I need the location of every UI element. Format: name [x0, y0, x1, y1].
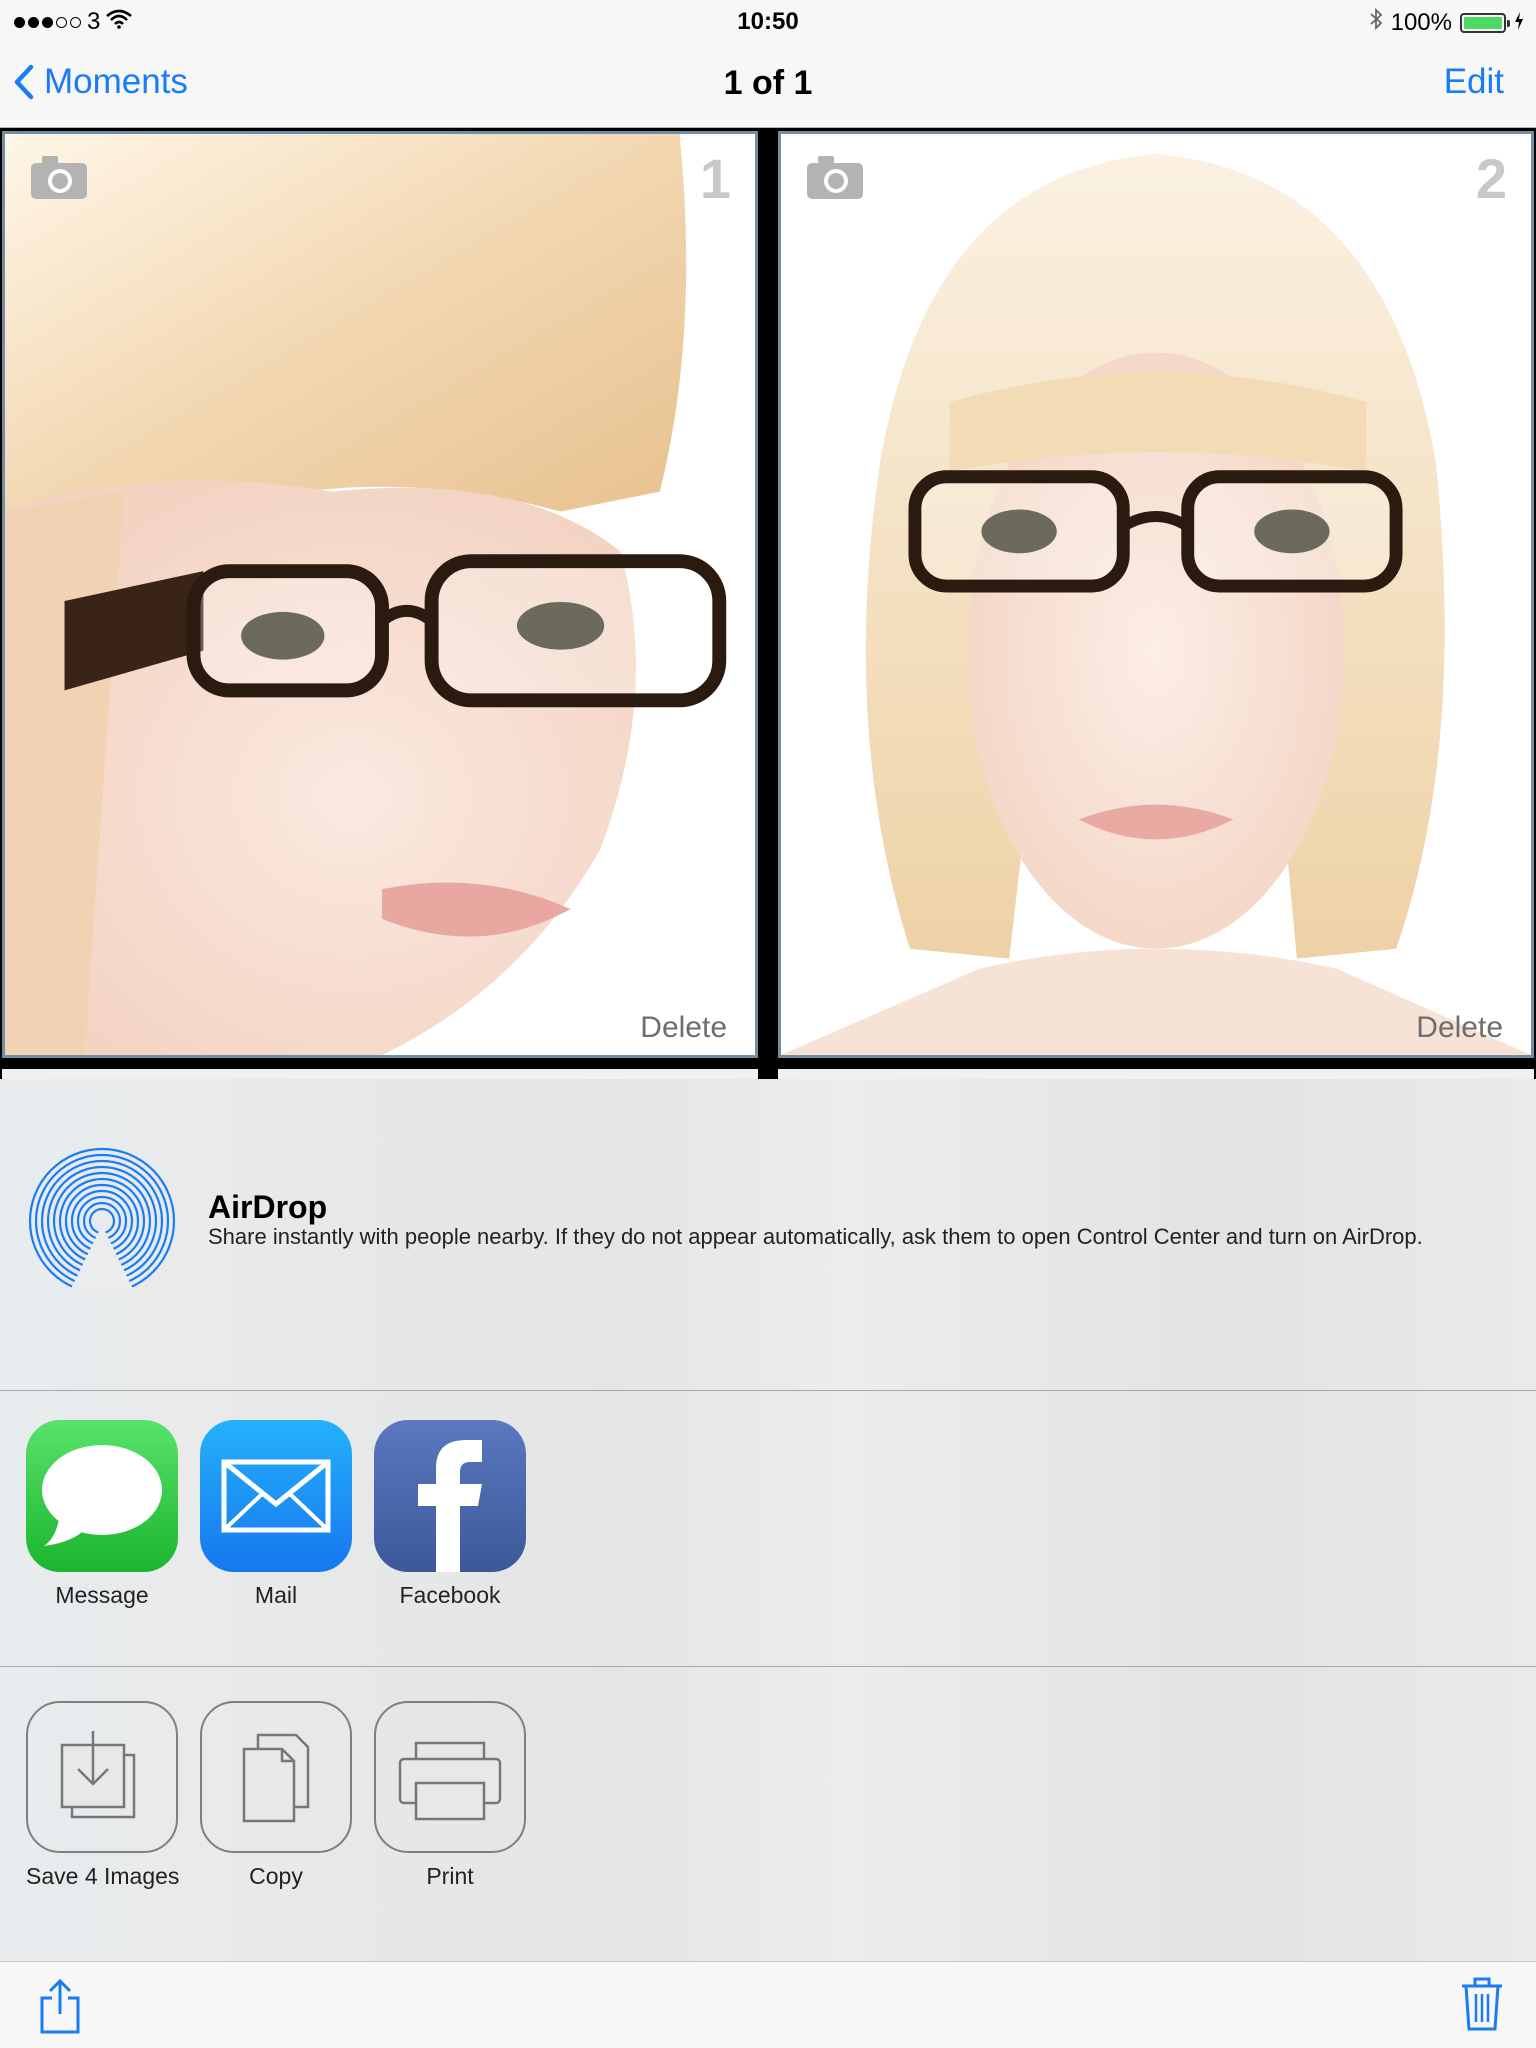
actions-row: Save 4 Images Copy Print [0, 1668, 1536, 1961]
action-label: Print [426, 1863, 474, 1889]
camera-icon [30, 154, 88, 205]
airdrop-title: AirDrop [208, 1189, 328, 1225]
status-bar: 3 10:50 100% [0, 0, 1536, 40]
action-copy[interactable]: Copy [200, 1701, 352, 1890]
share-app-label: Mail [254, 1582, 298, 1608]
share-app-label: Facebook [399, 1582, 501, 1608]
airdrop-description: Share instantly with people nearby. If t… [208, 1224, 1423, 1249]
portrait-photo [781, 134, 1531, 1055]
charging-icon [1514, 9, 1524, 37]
photo-number: 2 [1475, 147, 1507, 210]
action-print[interactable]: Print [374, 1701, 526, 1890]
facebook-icon [374, 1420, 526, 1572]
portrait-photo [5, 134, 755, 1055]
photo-number: 1 [699, 147, 731, 210]
bluetooth-icon [1369, 7, 1383, 37]
action-label: Save 4 Images [26, 1863, 180, 1889]
next-photo-peek [2, 1069, 758, 1079]
bottom-toolbar [0, 1961, 1536, 2048]
edit-button[interactable]: Edit [1444, 62, 1504, 102]
camera-icon [806, 154, 864, 205]
trash-icon[interactable] [1460, 1976, 1504, 2037]
share-apps-row: Message Mail Facebook [0, 1392, 1536, 1667]
delete-photo-button[interactable]: Delete [1416, 1011, 1503, 1045]
message-icon [26, 1420, 178, 1572]
copy-icon [200, 1701, 352, 1853]
status-right: 100% [1369, 7, 1524, 37]
photo-grid: 1 Delete 2 Delete [0, 129, 1536, 1079]
delete-photo-button[interactable]: Delete [640, 1011, 727, 1045]
action-save-images[interactable]: Save 4 Images [26, 1701, 180, 1890]
share-app-facebook[interactable]: Facebook [374, 1420, 526, 1609]
airdrop-icon [28, 1147, 176, 1295]
battery-percent: 100% [1390, 8, 1452, 36]
airdrop-section[interactable]: AirDrop Share instantly with people near… [0, 1079, 1536, 1391]
clock: 10:50 [737, 8, 799, 35]
save-images-icon [26, 1701, 178, 1853]
mail-icon [200, 1420, 352, 1572]
share-app-label: Message [55, 1582, 149, 1608]
photo-item[interactable]: 1 Delete [2, 131, 758, 1058]
navigation-bar: Moments 1 of 1 Edit [0, 40, 1536, 128]
battery-icon [1460, 12, 1510, 33]
share-app-mail[interactable]: Mail [200, 1420, 352, 1609]
photo-item[interactable]: 2 Delete [778, 131, 1534, 1058]
share-sheet: AirDrop Share instantly with people near… [0, 1079, 1536, 1961]
page-title: 1 of 1 [723, 64, 813, 102]
share-app-message[interactable]: Message [26, 1420, 178, 1609]
next-photo-peek [778, 1069, 1534, 1079]
share-icon[interactable] [38, 1978, 82, 2039]
action-label: Copy [249, 1863, 303, 1889]
print-icon [374, 1701, 526, 1853]
